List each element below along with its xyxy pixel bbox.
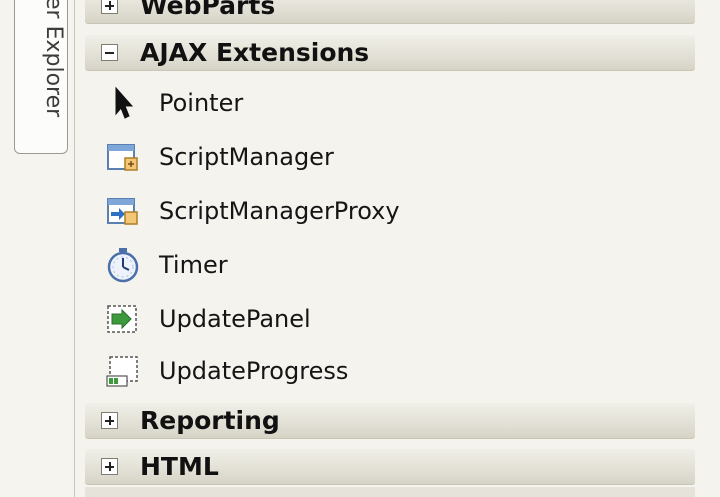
item-label: Pointer	[159, 89, 244, 117]
expand-icon[interactable]	[101, 412, 118, 429]
script-manager-icon	[103, 137, 143, 177]
group-header-reporting[interactable]: Reporting	[85, 403, 695, 439]
timer-icon	[103, 245, 143, 285]
item-label: ScriptManager	[159, 143, 334, 171]
side-tab-strip: er Explorer	[0, 0, 74, 497]
group-title: WebParts	[140, 0, 276, 20]
side-tab-label: er Explorer	[41, 0, 66, 118]
group-title: HTML	[140, 452, 219, 481]
group-title: Reporting	[140, 406, 280, 435]
toolbox-item-scriptmanagerproxy[interactable]: ScriptManagerProxy	[85, 185, 695, 237]
item-label: ScriptManagerProxy	[159, 197, 400, 225]
toolbox-item-updateprogress[interactable]: UpdateProgress	[85, 345, 695, 397]
expand-icon[interactable]	[101, 458, 118, 475]
item-label: UpdateProgress	[159, 357, 349, 385]
update-panel-icon	[103, 299, 143, 339]
group-header-html[interactable]: HTML	[85, 449, 695, 485]
toolbox-panel: WebParts AJAX Extensions Pointer ScriptM…	[74, 0, 720, 497]
side-tab-explorer[interactable]: er Explorer	[14, 0, 68, 154]
toolbox-list: WebParts AJAX Extensions Pointer ScriptM…	[85, 0, 705, 497]
update-progress-icon	[103, 351, 143, 391]
item-label: UpdatePanel	[159, 305, 311, 333]
toolbox-bottom-edge	[85, 487, 695, 497]
expand-icon[interactable]	[101, 0, 118, 14]
toolbox-item-pointer[interactable]: Pointer	[85, 77, 695, 129]
toolbox-item-scriptmanager[interactable]: ScriptManager	[85, 131, 695, 183]
toolbox-item-timer[interactable]: Timer	[85, 239, 695, 291]
group-header-webparts[interactable]: WebParts	[85, 0, 695, 24]
group-title: AJAX Extensions	[140, 38, 370, 67]
collapse-icon[interactable]	[101, 44, 118, 61]
group-header-ajax-extensions[interactable]: AJAX Extensions	[85, 35, 695, 71]
pointer-icon	[103, 83, 143, 123]
script-manager-proxy-icon	[103, 191, 143, 231]
item-label: Timer	[159, 251, 228, 279]
toolbox-item-updatepanel[interactable]: UpdatePanel	[85, 293, 695, 345]
